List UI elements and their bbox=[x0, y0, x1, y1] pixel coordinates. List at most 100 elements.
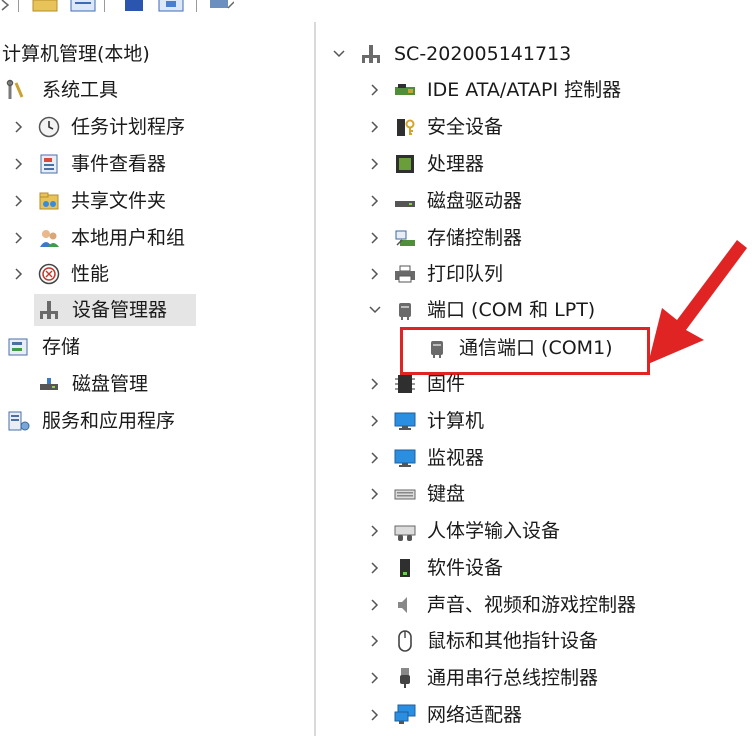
device-category-print-queues[interactable]: 打印队列 bbox=[364, 258, 503, 290]
tree-item-local-users-groups[interactable]: 本地用户和组 bbox=[8, 222, 185, 254]
toolbar-separator bbox=[18, 0, 19, 12]
chevron-right-icon[interactable] bbox=[364, 634, 386, 648]
properties-icon[interactable] bbox=[70, 0, 96, 12]
keyboard-icon bbox=[394, 483, 416, 505]
device-category-processor[interactable]: 处理器 bbox=[364, 148, 484, 180]
device-port-com1[interactable]: 通信端口 (COM1) bbox=[426, 332, 613, 364]
tree-item-task-scheduler[interactable]: 任务计划程序 bbox=[8, 111, 185, 143]
chevron-right-icon[interactable] bbox=[8, 267, 30, 281]
tree-root-label: 计算机管理(本地) bbox=[2, 43, 150, 65]
device-category-label: 固件 bbox=[427, 373, 466, 395]
device-category-ports[interactable]: 端口 (COM 和 LPT) bbox=[364, 294, 595, 326]
device-category-mice[interactable]: 鼠标和其他指针设备 bbox=[364, 625, 598, 657]
local-users-label: 本地用户和组 bbox=[71, 227, 186, 249]
tree-item-performance[interactable]: 性能 bbox=[8, 258, 109, 290]
tree-root-computer-management[interactable]: 计算机管理(本地) bbox=[2, 38, 150, 70]
chevron-right-icon[interactable] bbox=[364, 561, 386, 575]
chevron-right-icon[interactable] bbox=[364, 231, 386, 245]
device-category-firmware[interactable]: 固件 bbox=[364, 368, 465, 400]
storage-controller-icon bbox=[394, 227, 416, 249]
chevron-right-icon[interactable] bbox=[8, 120, 30, 134]
device-category-usb[interactable]: 通用串行总线控制器 bbox=[364, 662, 598, 694]
shared-folder-icon bbox=[38, 190, 60, 212]
device-category-label: 鼠标和其他指针设备 bbox=[427, 630, 599, 652]
tree-item-disk-management[interactable]: 磁盘管理 bbox=[38, 368, 148, 400]
device-category-label: 存储控制器 bbox=[427, 227, 523, 249]
device-category-disk-drives[interactable]: 磁盘驱动器 bbox=[364, 185, 522, 217]
device-category-ide[interactable]: IDE ATA/ATAPI 控制器 bbox=[364, 74, 621, 106]
device-category-keyboards[interactable]: 键盘 bbox=[364, 478, 465, 510]
chevron-right-icon[interactable] bbox=[364, 194, 386, 208]
device-category-network-adapters[interactable]: 网络适配器 bbox=[364, 699, 522, 731]
tree-item-shared-folders[interactable]: 共享文件夹 bbox=[8, 185, 166, 217]
chevron-down-icon[interactable] bbox=[364, 305, 386, 315]
event-viewer-label: 事件查看器 bbox=[71, 153, 167, 175]
chevron-right-icon[interactable] bbox=[364, 671, 386, 685]
port-icon bbox=[394, 299, 416, 321]
chevron-right-icon[interactable] bbox=[364, 487, 386, 501]
mouse-icon bbox=[394, 630, 416, 652]
red-arrow-icon bbox=[648, 240, 747, 364]
chevron-right-icon[interactable] bbox=[8, 231, 30, 245]
toolbar bbox=[0, 0, 752, 23]
toolbar-separator bbox=[104, 0, 105, 12]
device-category-security[interactable]: 安全设备 bbox=[364, 111, 503, 143]
device-manager-icon bbox=[38, 299, 60, 321]
serial-port-icon bbox=[426, 337, 448, 359]
chevron-down-icon[interactable] bbox=[328, 49, 350, 59]
chevron-right-icon[interactable] bbox=[364, 83, 386, 97]
chevron-right-icon[interactable] bbox=[8, 157, 30, 171]
performance-label: 性能 bbox=[71, 263, 110, 285]
chevron-right-icon[interactable] bbox=[364, 414, 386, 428]
chevron-right-icon[interactable] bbox=[364, 451, 386, 465]
folder-icon[interactable] bbox=[32, 0, 58, 12]
chevron-right-icon[interactable] bbox=[364, 120, 386, 134]
chevron-right-icon[interactable] bbox=[364, 524, 386, 538]
performance-icon bbox=[38, 263, 60, 285]
services-apps-label: 服务和应用程序 bbox=[42, 410, 176, 432]
device-category-monitors[interactable]: 监视器 bbox=[364, 442, 484, 474]
ide-controller-icon bbox=[394, 79, 416, 101]
chevron-right-icon[interactable] bbox=[8, 194, 30, 208]
network-adapter-icon bbox=[394, 704, 416, 726]
device-category-label: IDE ATA/ATAPI 控制器 bbox=[427, 79, 622, 101]
device-tree-root[interactable]: SC-202005141713 bbox=[328, 38, 571, 70]
device-category-computer[interactable]: 计算机 bbox=[364, 405, 484, 437]
usb-icon bbox=[394, 667, 416, 689]
services-icon bbox=[8, 410, 30, 432]
device-category-sound[interactable]: 声音、视频和游戏控制器 bbox=[364, 589, 636, 621]
back-arrow-icon[interactable] bbox=[0, 0, 12, 12]
tree-item-device-manager[interactable]: 设备管理器 bbox=[38, 294, 167, 326]
scan-hardware-icon[interactable] bbox=[208, 0, 234, 12]
computer-network-icon bbox=[360, 43, 382, 65]
tree-item-system-tools[interactable]: 系统工具 bbox=[6, 74, 118, 106]
computer-icon bbox=[394, 410, 416, 432]
port-child-label: 通信端口 (COM1) bbox=[459, 337, 613, 359]
device-category-hid[interactable]: 人体学输入设备 bbox=[364, 515, 560, 547]
tree-item-storage[interactable]: 存储 bbox=[8, 331, 80, 363]
device-category-label: 通用串行总线控制器 bbox=[427, 667, 599, 689]
device-tree: SC-202005141713 IDE ATA/ATAPI 控制器 安全设备 处… bbox=[316, 22, 752, 736]
device-category-label: 计算机 bbox=[427, 410, 485, 432]
shared-folders-label: 共享文件夹 bbox=[71, 190, 167, 212]
storage-label: 存储 bbox=[42, 336, 81, 358]
tree-item-event-viewer[interactable]: 事件查看器 bbox=[8, 148, 166, 180]
chevron-right-icon[interactable] bbox=[364, 708, 386, 722]
processor-icon bbox=[394, 153, 416, 175]
chevron-right-icon[interactable] bbox=[364, 267, 386, 281]
chevron-right-icon[interactable] bbox=[364, 157, 386, 171]
help-icon[interactable] bbox=[124, 0, 144, 12]
tools-icon bbox=[6, 79, 28, 101]
tree-item-services-apps[interactable]: 服务和应用程序 bbox=[8, 405, 175, 437]
firmware-icon bbox=[394, 373, 416, 395]
chevron-right-icon[interactable] bbox=[364, 598, 386, 612]
view-icon[interactable] bbox=[158, 0, 184, 12]
security-device-icon bbox=[394, 116, 416, 138]
disk-drive-icon bbox=[394, 190, 416, 212]
navigation-tree: 计算机管理(本地) 系统工具 任务计划程序 事件查看器 共享文件夹 本地用户和组 bbox=[0, 22, 314, 736]
device-category-storage-controllers[interactable]: 存储控制器 bbox=[364, 222, 522, 254]
clock-icon bbox=[38, 116, 60, 138]
device-category-software-devices[interactable]: 软件设备 bbox=[364, 552, 503, 584]
task-scheduler-label: 任务计划程序 bbox=[71, 116, 186, 138]
chevron-right-icon[interactable] bbox=[364, 377, 386, 391]
